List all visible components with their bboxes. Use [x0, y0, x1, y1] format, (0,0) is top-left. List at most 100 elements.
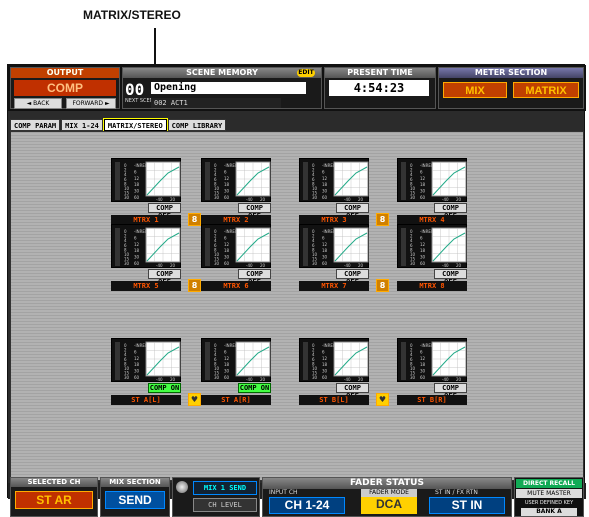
- axis-tick: 20: [260, 197, 266, 202]
- gr-tick: 12: [134, 242, 140, 247]
- gr-tick: 12: [322, 242, 328, 247]
- gr-tick: 60: [420, 261, 426, 266]
- gr-tick: 30: [322, 255, 328, 260]
- input-ch-value[interactable]: CH 1-24: [269, 497, 345, 514]
- gr-tick: 12: [224, 356, 230, 361]
- compressor-graph[interactable]: 0 2 4 6 8 10 15 30 -INRED 6 12 18 30 60 -40 20: [397, 338, 467, 382]
- compressor-graph[interactable]: 0 2 4 6 8 10 15 30 -INRED 6 12 18 30 60 -40 20: [111, 158, 181, 202]
- gr-tick: 60: [134, 195, 140, 200]
- stereo-link-icon[interactable]: ♥: [188, 393, 201, 406]
- axis-tick: -40: [442, 263, 449, 268]
- compressor-graph[interactable]: 0 2 4 6 8 10 15 30 -INRED 6 12 18 30 60 -40 20: [111, 224, 181, 268]
- mix-section-title: MIX SECTION: [101, 478, 169, 487]
- selected-ch-title: SELECTED CH: [11, 478, 97, 487]
- fader-mode-label: FADER MODE: [361, 489, 417, 497]
- meter-section-title: METER SECTION: [439, 68, 583, 78]
- fader-mode-value[interactable]: DCA: [361, 497, 417, 514]
- mix1-send-button[interactable]: MIX 1 SEND: [193, 481, 257, 495]
- channel-name: MTRX 5: [111, 281, 181, 291]
- pair-link-icon[interactable]: 8: [188, 213, 201, 226]
- level-meter: [115, 162, 120, 200]
- comp-on-off-button[interactable]: COMP OFF: [336, 269, 369, 286]
- meter-mix-button[interactable]: MIX: [443, 82, 507, 98]
- compressor-graph[interactable]: 0 2 4 6 8 10 15 30 -INRED 6 12 18 30 60 -40 20: [201, 158, 271, 202]
- console-screen: OUTPUT COMP ◄ BACK FORWARD ► SCENE MEMOR…: [7, 64, 586, 517]
- gr-tick: 12: [420, 242, 426, 247]
- compressor-graph[interactable]: 0 2 4 6 8 10 15 30 -INRED 6 12 18 30 60 -40 20: [299, 338, 369, 382]
- mute-master-button[interactable]: MUTE MASTER: [516, 489, 582, 498]
- gr-tick: 6: [420, 349, 423, 354]
- comp-on-off-button[interactable]: COMP OFF: [148, 203, 181, 220]
- gr-tick: 60: [420, 195, 426, 200]
- meter-tick: 30: [214, 375, 220, 380]
- meter-tick: 30: [124, 261, 130, 266]
- gr-tick: 18: [224, 182, 230, 187]
- compressor-graph[interactable]: 0 2 4 6 8 10 15 30 -INRED 6 12 18 30 60 -40 20: [201, 224, 271, 268]
- mix-section-value[interactable]: SEND: [105, 491, 165, 509]
- gr-tick: 30: [420, 189, 426, 194]
- gr-tick: 18: [224, 248, 230, 253]
- meter-tick: 30: [214, 195, 220, 200]
- st-in-value[interactable]: ST IN: [429, 497, 505, 514]
- tab-comp-param[interactable]: COMP PARAM: [10, 119, 61, 131]
- output-function-display[interactable]: COMP: [14, 80, 116, 96]
- comp-on-off-button[interactable]: COMP OFF: [336, 203, 369, 220]
- pair-link-icon[interactable]: 8: [376, 213, 389, 226]
- pair-link-icon[interactable]: 8: [376, 279, 389, 292]
- comp-on-off-button[interactable]: COMP OFF: [434, 203, 467, 220]
- scene-memory-title: SCENE MEMORY: [123, 68, 321, 78]
- compressor-graph[interactable]: 0 2 4 6 8 10 15 30 -INRED 6 12 18 30 60 -40 20: [299, 158, 369, 202]
- comp-on-off-button[interactable]: COMP OFF: [434, 383, 467, 400]
- compressor-graph[interactable]: 0 2 4 6 8 10 15 30 -INRED 6 12 18 30 60 -40 20: [397, 224, 467, 268]
- compressor-graph[interactable]: 0 2 4 6 8 10 15 30 -INRED 6 12 18 30 60 -40 20: [111, 338, 181, 382]
- compressor-graph[interactable]: 0 2 4 6 8 10 15 30 -INRED 6 12 18 30 60 -40 20: [201, 338, 271, 382]
- axis-tick: -40: [156, 263, 163, 268]
- axis-tick: 20: [170, 197, 176, 202]
- comp-on-off-button[interactable]: COMP OFF: [238, 269, 271, 286]
- output-title: OUTPUT: [11, 68, 119, 78]
- tab-comp-library[interactable]: COMP LIBRARY: [167, 119, 227, 131]
- present-time-block: PRESENT TIME 4:54:23: [324, 67, 436, 109]
- scene-number[interactable]: 00: [125, 80, 144, 99]
- compressor-graph[interactable]: 0 2 4 6 8 10 15 30 -INRED 6 12 18 30 60 -40 20: [397, 158, 467, 202]
- channel-name: MTRX 8: [397, 281, 467, 291]
- back-button[interactable]: ◄ BACK: [14, 98, 62, 109]
- level-meter: [303, 162, 308, 200]
- next-scene-value[interactable]: 002 ACT1: [151, 98, 281, 108]
- comp-on-off-button[interactable]: COMP OFF: [148, 269, 181, 286]
- tab-matrix-stereo[interactable]: MATRIX/STEREO: [102, 118, 168, 132]
- axis-tick: 20: [358, 197, 364, 202]
- gr-tick: 12: [134, 356, 140, 361]
- selected-ch-value[interactable]: ST AR: [15, 491, 93, 509]
- stereo-link-icon[interactable]: ♥: [376, 393, 389, 406]
- forward-button[interactable]: FORWARD ►: [66, 98, 116, 109]
- level-meter: [115, 228, 120, 266]
- gr-tick: 60: [322, 195, 328, 200]
- gr-tick: 18: [420, 248, 426, 253]
- gr-tick: 18: [134, 248, 140, 253]
- comp-on-off-button[interactable]: COMP OFF: [238, 203, 271, 220]
- meter-matrix-button[interactable]: MATRIX: [513, 82, 579, 98]
- ch-level-button[interactable]: CH LEVEL: [193, 498, 257, 512]
- fader-layer-block: MIX 1 SEND CH LEVEL: [172, 477, 260, 517]
- comp-on-off-button[interactable]: COMP OFF: [434, 269, 467, 286]
- gr-tick: 6: [224, 235, 227, 240]
- comp-on-off-button[interactable]: COMP OFF: [336, 383, 369, 400]
- axis-tick: -40: [344, 377, 351, 382]
- comp-on-off-button[interactable]: COMP ON: [148, 383, 181, 393]
- comp-on-off-button[interactable]: COMP ON: [238, 383, 271, 393]
- gr-tick: 6: [134, 235, 137, 240]
- bank-button[interactable]: BANK A: [521, 508, 577, 516]
- gr-tick: 30: [224, 369, 230, 374]
- channel-name: ST A[L]: [111, 395, 181, 405]
- user-defined-label: USER DEFINED KEY: [524, 500, 574, 506]
- st-in-label: ST IN / FX RTN: [435, 489, 478, 496]
- pair-link-icon[interactable]: 8: [188, 279, 201, 292]
- direct-recall-button[interactable]: DIRECT RECALL: [516, 479, 582, 488]
- level-meter: [205, 342, 210, 380]
- gr-tick: 30: [134, 189, 140, 194]
- tab-mix-1-24[interactable]: MIX 1-24: [61, 119, 103, 131]
- compressor-graph[interactable]: 0 2 4 6 8 10 15 30 -INRED 6 12 18 30 60 -40 20: [299, 224, 369, 268]
- scene-name[interactable]: Opening: [151, 82, 306, 94]
- axis-tick: 20: [260, 377, 266, 382]
